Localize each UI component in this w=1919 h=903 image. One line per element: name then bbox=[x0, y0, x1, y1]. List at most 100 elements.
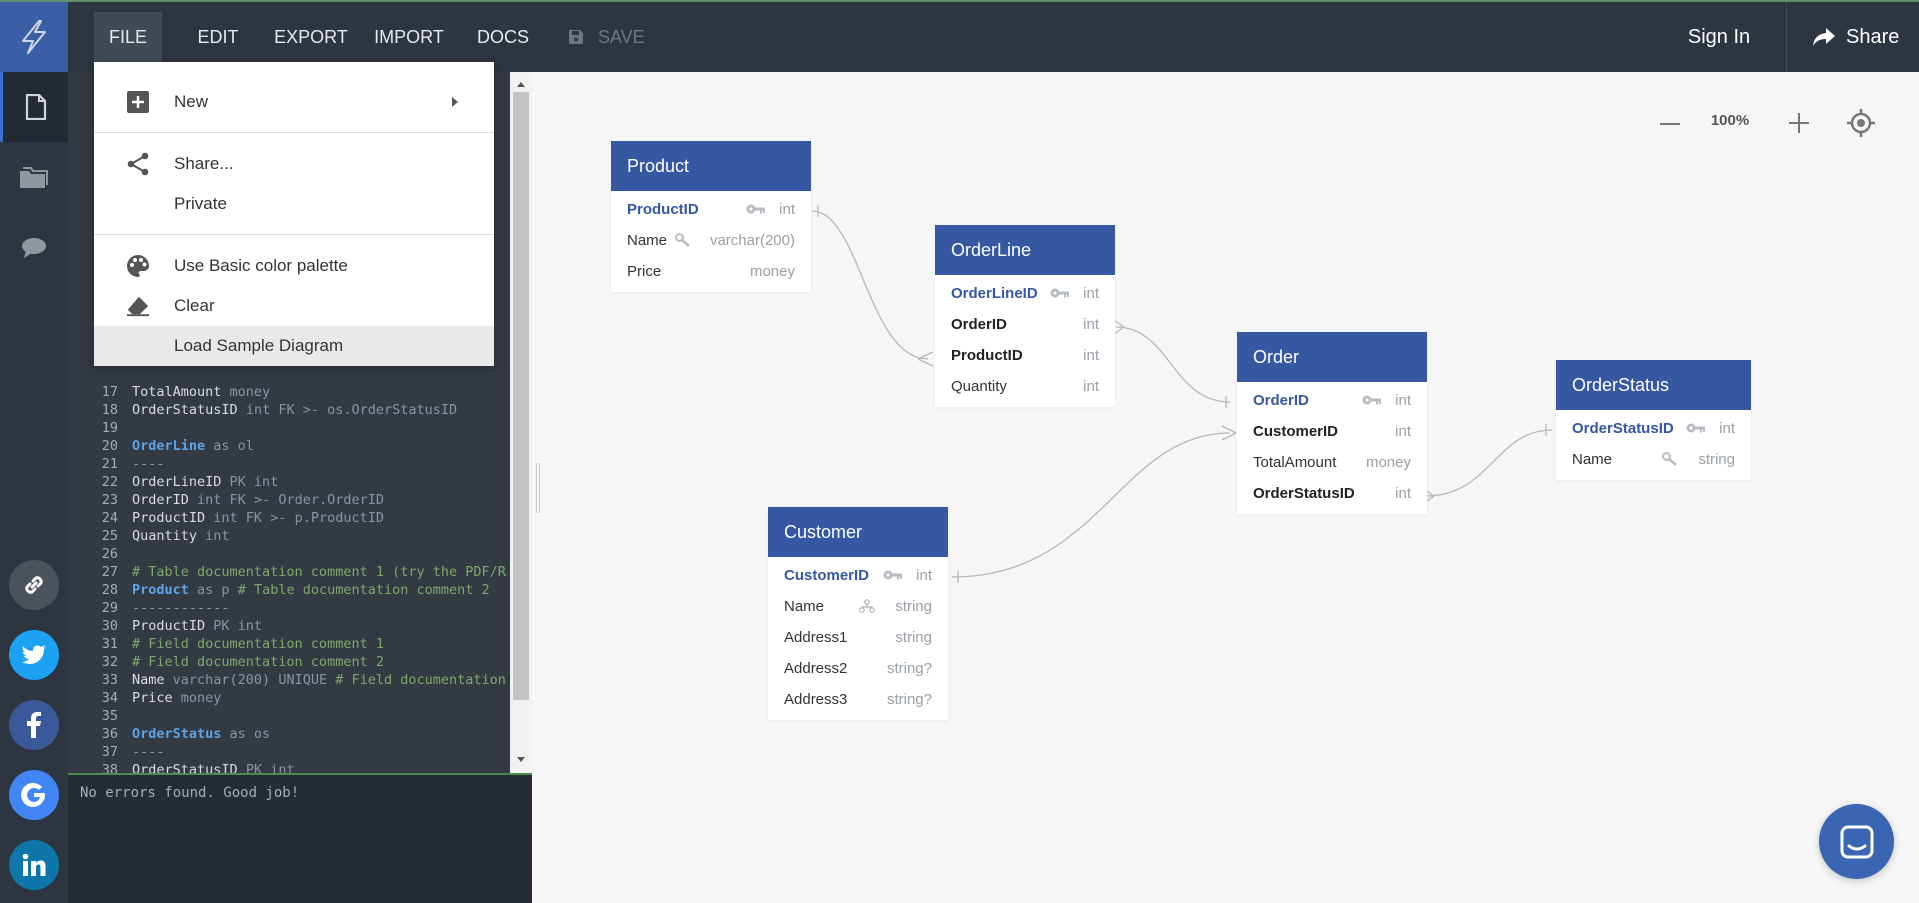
file-menu-share[interactable]: Share... bbox=[94, 144, 494, 184]
share-button[interactable]: Share bbox=[1812, 2, 1899, 72]
zoom-out-button[interactable] bbox=[1656, 110, 1684, 138]
code-line[interactable]: 22 OrderLineID PK int bbox=[68, 473, 279, 491]
link-icon bbox=[25, 576, 43, 594]
code-line[interactable]: 31 # Field documentation comment 1 bbox=[68, 635, 384, 653]
field-name: OrderStatusID bbox=[1253, 485, 1355, 502]
table-product[interactable]: Product ProductID int Name varchar(200) Price… bbox=[611, 141, 811, 292]
field-name: Address3 bbox=[784, 691, 848, 708]
table-field-row[interactable]: ProductID int bbox=[935, 340, 1115, 371]
code-line[interactable]: 38 OrderStatusID PK int bbox=[68, 761, 295, 773]
table-field-row[interactable]: Address2 string? bbox=[768, 653, 948, 684]
chat-bubble-icon bbox=[1840, 825, 1873, 858]
menu-file[interactable]: FILE bbox=[94, 12, 162, 62]
rail-documents[interactable] bbox=[0, 72, 68, 142]
code-line[interactable]: 36 OrderStatus as os bbox=[68, 725, 270, 743]
topbar-divider bbox=[1786, 2, 1787, 72]
table-fields: ProductID int Name varchar(200) Price money bbox=[611, 191, 811, 292]
table-field-row[interactable]: OrderStatusID int bbox=[1556, 413, 1751, 444]
code-line[interactable]: 24 ProductID int FK >- p.ProductID bbox=[68, 509, 384, 527]
table-field-row[interactable]: OrderLineID int bbox=[935, 278, 1115, 309]
code-line[interactable]: 35 bbox=[68, 707, 132, 725]
table-field-row[interactable]: Quantity int bbox=[935, 371, 1115, 402]
chat-widget-button[interactable] bbox=[1819, 804, 1894, 879]
table-title[interactable]: OrderLine bbox=[935, 225, 1115, 275]
file-menu-private[interactable]: Private bbox=[94, 184, 494, 224]
file-menu-new[interactable]: New bbox=[94, 82, 494, 122]
code-line[interactable]: 18 OrderStatusID int FK >- os.OrderStatus… bbox=[68, 401, 457, 419]
code-text: OrderLine as ol bbox=[132, 438, 254, 454]
table-field-row[interactable]: ProductID int bbox=[611, 194, 811, 225]
field-type: string? bbox=[886, 660, 932, 677]
table-customer[interactable]: Customer CustomerID int Name string Address1 s… bbox=[768, 507, 948, 720]
code-line[interactable]: 29 ------------ bbox=[68, 599, 230, 617]
table-title[interactable]: OrderStatus bbox=[1556, 360, 1751, 410]
code-line[interactable]: 25 Quantity int bbox=[68, 527, 230, 545]
table-orderstatus[interactable]: OrderStatus OrderStatusID int Name string bbox=[1556, 360, 1751, 480]
code-text: ProductID int FK >- p.ProductID bbox=[132, 510, 384, 526]
zoom-level: 100% bbox=[1710, 112, 1750, 129]
code-line[interactable]: 32 # Field documentation comment 2 bbox=[68, 653, 384, 671]
code-line[interactable]: 34 Price money bbox=[68, 689, 222, 707]
table-order[interactable]: Order OrderID int CustomerID int TotalAmount m… bbox=[1237, 332, 1427, 514]
twitter-button[interactable] bbox=[9, 630, 59, 680]
table-field-row[interactable]: CustomerID int bbox=[768, 560, 948, 591]
facebook-button[interactable] bbox=[9, 700, 59, 750]
file-menu-new-label: New bbox=[174, 92, 209, 111]
rail-comments[interactable] bbox=[0, 218, 68, 278]
field-name: OrderID bbox=[951, 316, 1007, 333]
code-line[interactable]: 33 Name varchar(200) UNIQUE # Field docum… bbox=[68, 671, 506, 689]
code-text: ------------ bbox=[132, 600, 230, 616]
table-title[interactable]: Order bbox=[1237, 332, 1427, 382]
table-field-row[interactable]: Address1 string bbox=[768, 622, 948, 653]
line-number: 30 bbox=[101, 618, 118, 634]
table-orderline[interactable]: OrderLine OrderLineID int OrderID int Product… bbox=[935, 225, 1115, 407]
google-button[interactable] bbox=[9, 770, 59, 820]
table-field-row[interactable]: OrderID int bbox=[1237, 385, 1427, 416]
code-line[interactable]: 27 # Table documentation comment 1 (try t… bbox=[68, 563, 506, 581]
rail-folders[interactable] bbox=[0, 148, 68, 208]
line-number: 29 bbox=[101, 600, 118, 616]
table-field-row[interactable]: TotalAmount money bbox=[1237, 447, 1427, 478]
file-menu-load-sample[interactable]: Load Sample Diagram bbox=[94, 326, 494, 366]
table-field-row[interactable]: Name string bbox=[1556, 444, 1751, 475]
field-type: string bbox=[1698, 451, 1735, 468]
file-menu-color-palette[interactable]: Use Basic color palette bbox=[94, 246, 494, 286]
linkedin-button[interactable] bbox=[9, 840, 59, 890]
code-line[interactable]: 28 Product as p # Table documentation com… bbox=[68, 581, 490, 599]
app-logo[interactable] bbox=[0, 2, 68, 72]
code-line[interactable]: 21 ---- bbox=[68, 455, 165, 473]
center-view-button[interactable] bbox=[1846, 108, 1876, 138]
sign-in-button[interactable]: Sign In bbox=[1660, 2, 1778, 72]
file-menu-clear[interactable]: Clear bbox=[94, 286, 494, 326]
code-line[interactable]: 37 ---- bbox=[68, 743, 165, 761]
code-line[interactable]: 17 TotalAmount money bbox=[68, 383, 270, 401]
code-line[interactable]: 26 bbox=[68, 545, 132, 563]
table-title[interactable]: Product bbox=[611, 141, 811, 191]
table-title[interactable]: Customer bbox=[768, 507, 948, 557]
table-field-row[interactable]: OrderID int bbox=[935, 309, 1115, 340]
save-button[interactable]: SAVE bbox=[568, 2, 648, 72]
table-field-row[interactable]: OrderStatusID int bbox=[1237, 478, 1427, 509]
table-field-row[interactable]: Name string bbox=[768, 591, 948, 622]
table-field-row[interactable]: CustomerID int bbox=[1237, 416, 1427, 447]
code-line[interactable]: 20 OrderLine as ol bbox=[68, 437, 254, 455]
field-marker bbox=[1662, 452, 1682, 466]
table-field-row[interactable]: Name varchar(200) bbox=[611, 225, 811, 256]
table-field-row[interactable]: Address3 string? bbox=[768, 684, 948, 715]
editor-resize-handle[interactable] bbox=[536, 463, 540, 513]
code-line[interactable]: 30 ProductID PK int bbox=[68, 617, 262, 635]
field-name: Name bbox=[1572, 451, 1613, 468]
field-type: int bbox=[1083, 347, 1099, 364]
zoom-in-button[interactable] bbox=[1784, 108, 1814, 138]
table-field-row[interactable]: Price money bbox=[611, 256, 811, 287]
field-type: int bbox=[1083, 285, 1099, 302]
copy-link-button[interactable] bbox=[9, 560, 59, 610]
field-name: Name bbox=[784, 598, 825, 615]
code-line[interactable]: 19 bbox=[68, 419, 132, 437]
code-text: Quantity int bbox=[132, 528, 230, 544]
editor-scroll-thumb[interactable] bbox=[513, 92, 529, 700]
eraser-icon bbox=[126, 294, 150, 318]
code-line[interactable]: 23 OrderID int FK >- Order.OrderID bbox=[68, 491, 384, 509]
twitter-icon bbox=[22, 645, 46, 664]
file-menu-private-label: Private bbox=[174, 194, 227, 213]
